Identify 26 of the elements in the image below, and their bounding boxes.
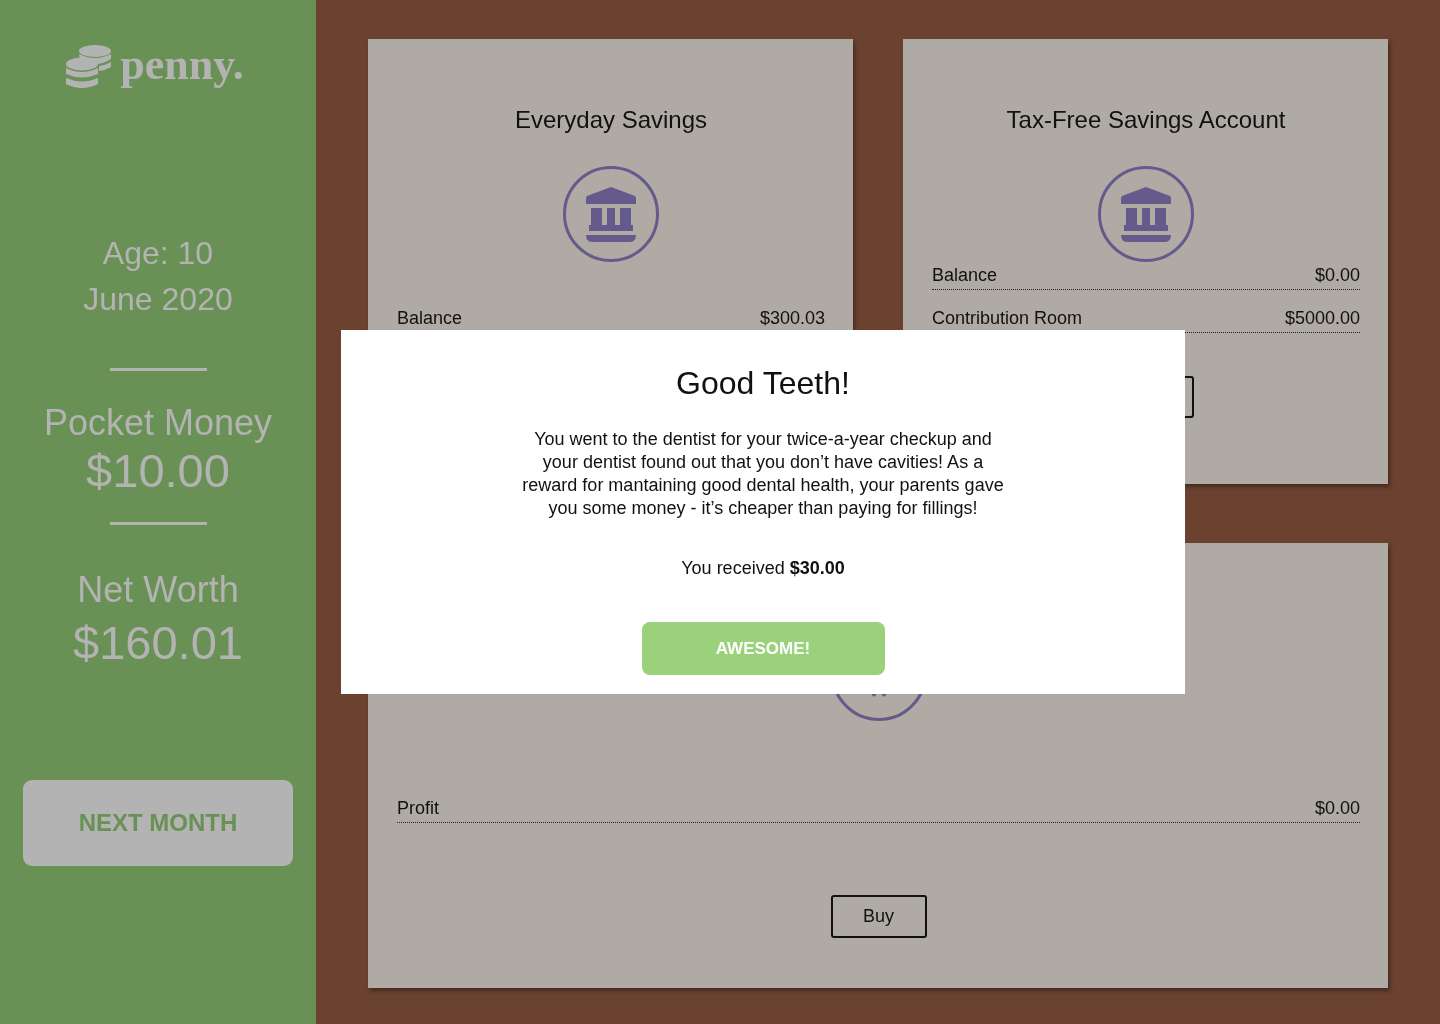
stat-value: $10.00 (86, 445, 230, 497)
coins-icon (66, 43, 113, 91)
next-month-button[interactable]: NEXT MONTH (23, 780, 293, 866)
reward-text: You received $30.00 (681, 557, 845, 580)
age-text: Age: 10 (102, 234, 214, 273)
dialog-message: You went to the dentist for your twice-a-year checkup and your dentist found out that you don’t have cavities! As a reward for mantaining good dental health, your parents gave you some money - it’s cheaper than paying for fillings! (521, 428, 1005, 520)
stat-label: Pocket Money (43, 401, 273, 445)
date-text: June 2020 (83, 280, 233, 319)
awesome-button[interactable]: AWESOME! (641, 622, 885, 675)
card-title: Everyday Savings (514, 105, 708, 135)
row-label: Contribution Room (932, 307, 1083, 330)
row-value: $300.03 (759, 307, 825, 330)
stat-label: Net Worth (77, 568, 239, 612)
dialog-title: Good Teeth! (676, 364, 850, 403)
bank-icon (1098, 166, 1194, 262)
row-value: $0.00 (1314, 264, 1360, 287)
stat-value: $160.01 (73, 615, 243, 671)
buy-button[interactable]: Buy (830, 895, 927, 938)
row-label: Profit (397, 797, 439, 820)
card-title: Tax-Free Savings Account (1006, 105, 1286, 135)
row-value: $0.00 (1314, 797, 1360, 820)
bank-icon (563, 166, 659, 262)
row-label: Balance (932, 264, 998, 287)
row-label: Balance (397, 307, 463, 330)
row-value: $5000.00 (1284, 307, 1360, 330)
logo-text: penny. (120, 43, 244, 87)
